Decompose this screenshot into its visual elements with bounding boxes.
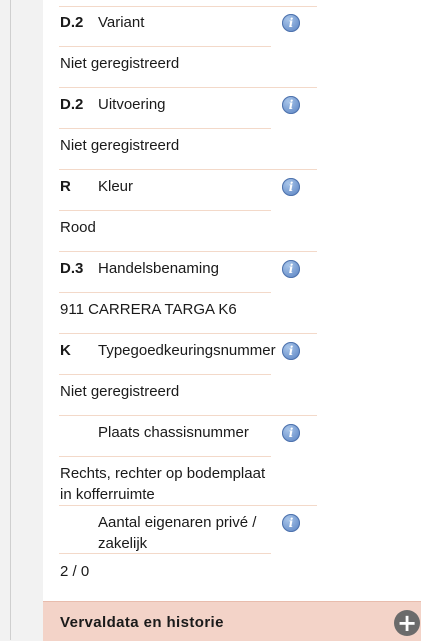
label-underline (59, 456, 271, 457)
label-underline (59, 553, 271, 554)
label-underline (59, 374, 271, 375)
info-icon[interactable]: i (282, 424, 300, 442)
row-value: Rood (60, 219, 96, 236)
row-code: D.2 (60, 96, 84, 113)
row-code: K (60, 342, 71, 359)
row-value-line1: Rechts, rechter op bodemplaat (60, 465, 266, 482)
plus-circle-icon[interactable]: + (394, 610, 420, 636)
info-icon[interactable]: i (282, 178, 300, 196)
row-value: 2 / 0 (60, 563, 90, 580)
row-value: Niet geregistreerd (60, 55, 180, 72)
row-separator (59, 87, 317, 88)
label-underline (59, 46, 271, 47)
row-separator (59, 333, 317, 334)
row-code: D.3 (60, 260, 84, 277)
row-separator (59, 415, 317, 416)
label-underline (59, 292, 271, 293)
row-separator (59, 505, 317, 506)
row-label: Handelsbenaming (98, 260, 219, 277)
row-code: D.2 (60, 14, 84, 31)
row-separator (59, 169, 317, 170)
row-separator (59, 6, 317, 7)
row-label: Uitvoering (98, 96, 166, 113)
info-icon[interactable]: i (282, 14, 300, 32)
info-icon[interactable]: i (282, 260, 300, 278)
row-label: Variant (98, 14, 145, 31)
row-label: Plaats chassisnummer (98, 424, 249, 441)
row-label: Kleur (98, 178, 134, 195)
row-value: Niet geregistreerd (60, 137, 180, 154)
row-code: R (60, 178, 71, 195)
row-value: 911 CARRERA TARGA K6 (60, 301, 237, 318)
label-underline (59, 210, 271, 211)
row-label-line2: zakelijk (98, 535, 148, 552)
info-icon[interactable]: i (282, 342, 300, 360)
section-title: Vervaldata en historie (60, 614, 224, 631)
row-label: Typegoedkeuringsnummer (98, 342, 276, 359)
label-underline (59, 128, 271, 129)
row-value-line2: in kofferruimte (60, 486, 155, 503)
info-icon[interactable]: i (282, 96, 300, 114)
row-separator (59, 251, 317, 252)
page-edge-line (10, 0, 11, 640)
row-value: Niet geregistreerd (60, 383, 180, 400)
row-label-line1: Aantal eigenaren privé / (98, 514, 257, 531)
info-icon[interactable]: i (282, 514, 300, 532)
